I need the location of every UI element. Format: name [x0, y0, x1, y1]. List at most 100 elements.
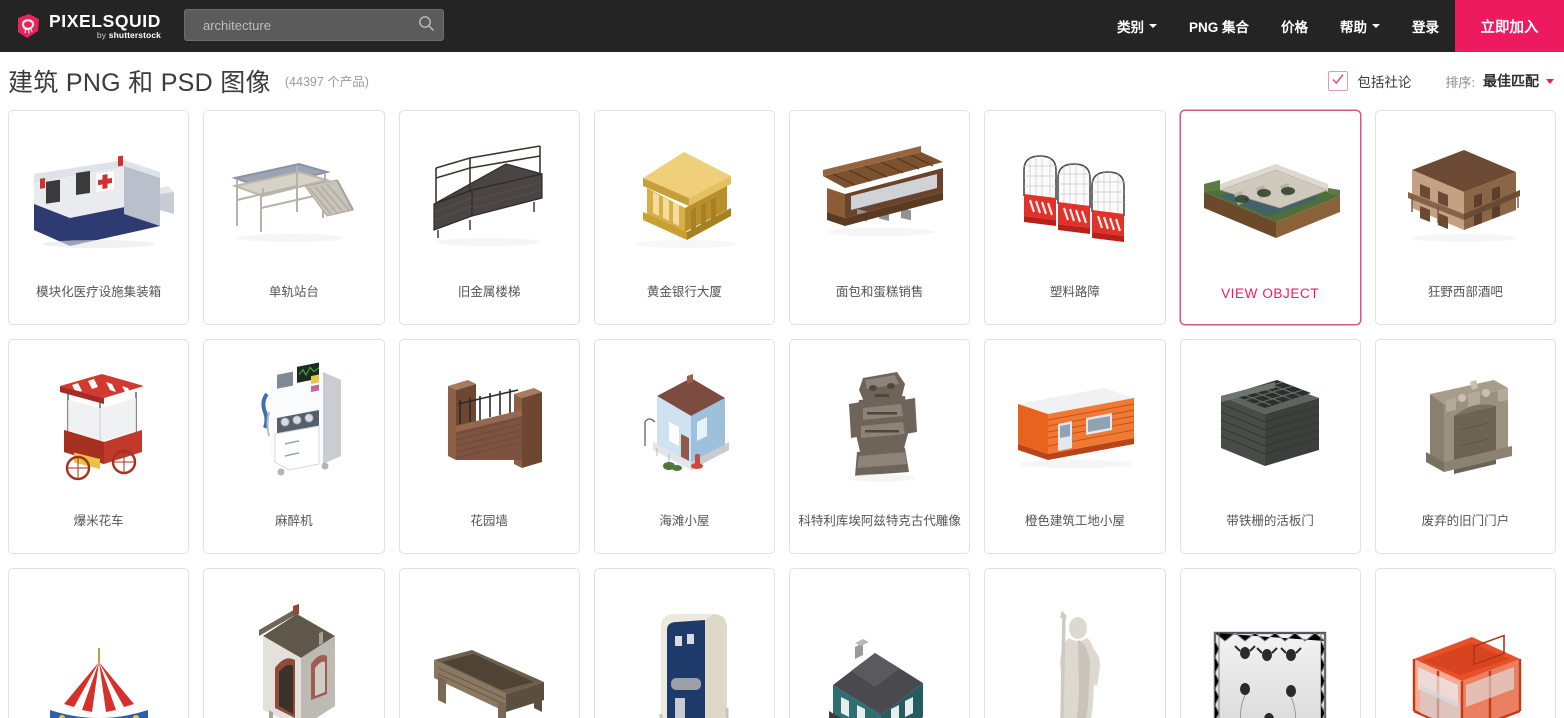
search-button[interactable] — [409, 10, 443, 40]
western-saloon-thumbnail — [1376, 119, 1555, 269]
wooden-trough-thumbnail — [400, 609, 579, 718]
old-tower-house-thumbnail — [204, 589, 383, 718]
pixelsquid-logo-icon — [14, 12, 42, 40]
editorial-checkbox[interactable]: 包括社论 — [1328, 71, 1411, 91]
nav-label: 类别 — [1116, 20, 1144, 35]
bakery-stall-thumbnail — [790, 119, 969, 269]
chevron-down-icon — [1546, 78, 1554, 84]
search-input[interactable] — [185, 17, 409, 33]
product-title: 爆米花车 — [73, 514, 124, 528]
search-icon — [418, 15, 435, 35]
product-card-selected[interactable]: VIEW OBJECT — [1179, 110, 1361, 325]
product-card[interactable]: 橙色建筑工地小屋 — [984, 339, 1166, 554]
product-card[interactable]: 废弃的旧门门户 — [1374, 339, 1556, 554]
product-card[interactable]: 科特利库埃阿兹特克古代雕像 — [789, 339, 971, 554]
product-card[interactable]: 麻醉机 — [203, 339, 385, 554]
product-card[interactable]: 旧金属楼梯 — [398, 110, 580, 325]
product-card[interactable] — [203, 568, 385, 718]
product-card[interactable]: 海滩小屋 — [593, 339, 775, 554]
nav-label: 登录 — [1412, 20, 1439, 35]
join-now-button[interactable]: 立即加入 — [1455, 0, 1564, 52]
product-title: 废弃的旧门门户 — [1421, 514, 1510, 528]
product-title: 带铁栅的活板门 — [1226, 514, 1314, 528]
truss-stage-thumbnail — [1181, 603, 1360, 718]
main-nav: 类别 PNG 集合 价格 帮助 登录 — [1101, 0, 1455, 52]
nav-item-help[interactable]: 帮助 — [1324, 0, 1396, 52]
product-title: 花园墙 — [470, 514, 508, 528]
product-title: 麻醉机 — [275, 514, 313, 528]
nav-item-png-collections[interactable]: PNG 集合 — [1173, 0, 1265, 52]
monorail-platform-thumbnail — [204, 119, 383, 269]
product-card[interactable]: 爆米花车 — [8, 339, 190, 554]
product-card[interactable]: 面包和蛋糕销售 — [789, 110, 971, 325]
iron-trapdoor-thumbnail — [1181, 348, 1360, 498]
product-card[interactable] — [593, 568, 775, 718]
chevron-down-icon — [1148, 24, 1157, 28]
filter-controls: 包括社论 排序: 最佳匹配 — [1328, 52, 1554, 110]
marble-statue-thumbnail — [985, 587, 1164, 718]
anesthesia-machine-thumbnail — [204, 348, 383, 498]
brand-byline: by shutterstock — [49, 30, 161, 41]
product-title: 面包和蛋糕销售 — [835, 285, 924, 299]
page-title: 建筑 PNG 和 PSD 图像 — [8, 69, 271, 97]
abandoned-doorway-thumbnail — [1376, 348, 1555, 498]
beach-hut-thumbnail — [595, 348, 774, 498]
product-card[interactable]: 带铁栅的活板门 — [1179, 339, 1361, 554]
product-title: 模块化医疗设施集装箱 — [36, 285, 162, 299]
aztec-statue-thumbnail — [790, 348, 969, 498]
product-card[interactable] — [8, 568, 190, 718]
nav-item-pricing[interactable]: 价格 — [1265, 0, 1324, 52]
checkbox-box[interactable] — [1328, 71, 1349, 91]
nav-item-login[interactable]: 登录 — [1396, 0, 1455, 52]
product-card[interactable] — [789, 568, 971, 718]
results-header: 建筑 PNG 和 PSD 图像 (44397 个产品) 包括社论 排序: 最佳匹… — [0, 52, 1564, 110]
stone-bridge-thumbnail — [1181, 119, 1360, 269]
brand-parent-company: shutterstock — [108, 29, 161, 40]
medical-container-thumbnail — [9, 119, 188, 269]
product-card[interactable] — [398, 568, 580, 718]
brand-name: PIXELSQUID — [49, 10, 161, 31]
product-title: 黄金银行大厦 — [646, 285, 722, 299]
product-title: 狂野西部酒吧 — [1427, 285, 1503, 299]
editorial-checkbox-label: 包括社论 — [1357, 75, 1412, 90]
product-card[interactable]: 狂野西部酒吧 — [1374, 110, 1556, 325]
product-title: 旧金属楼梯 — [457, 285, 521, 299]
product-card[interactable] — [1179, 568, 1361, 718]
product-title: 橙色建筑工地小屋 — [1024, 514, 1125, 528]
product-grid: 模块化医疗设施集装箱 单轨站台 旧金属楼梯 黄金银行大厦 面包和蛋糕销售 塑料路… — [0, 110, 1564, 718]
nav-label: PNG 集合 — [1188, 20, 1249, 35]
teal-house-thumbnail — [790, 609, 969, 718]
sort-label: 排序: — [1445, 74, 1475, 90]
product-card[interactable]: 黄金银行大厦 — [593, 110, 775, 325]
phone-booth-thumbnail — [595, 593, 774, 718]
sort-dropdown[interactable]: 排序: 最佳匹配 — [1445, 71, 1554, 91]
sort-selected-value: 最佳匹配 — [1483, 73, 1539, 89]
metal-stairs-thumbnail — [400, 119, 579, 269]
popcorn-cart-thumbnail — [9, 348, 188, 498]
check-icon — [1331, 72, 1345, 91]
product-card[interactable]: 单轨站台 — [203, 110, 385, 325]
chevron-down-icon — [1372, 24, 1380, 28]
nav-item-categories[interactable]: 类别 — [1101, 0, 1173, 52]
product-title: 单轨站台 — [268, 285, 319, 299]
product-card[interactable]: 模块化医疗设施集装箱 — [8, 110, 190, 325]
gold-bank-thumbnail — [595, 119, 774, 269]
product-title: 海滩小屋 — [659, 514, 710, 528]
product-card[interactable] — [984, 568, 1166, 718]
product-card[interactable]: 花园墙 — [398, 339, 580, 554]
search-box[interactable] — [184, 9, 444, 41]
product-card[interactable]: 塑料路障 — [984, 110, 1166, 325]
orange-site-cabin-thumbnail — [985, 348, 1164, 498]
garden-wall-thumbnail — [400, 348, 579, 498]
carousel-tent-thumbnail — [9, 623, 188, 718]
brand-logo[interactable]: PIXELSQUID by shutterstock — [14, 6, 164, 46]
brand-by-word: by — [96, 29, 107, 40]
product-card[interactable] — [1374, 568, 1556, 718]
product-count: (44397 个产品) — [284, 74, 369, 89]
product-title: 科特利库埃阿兹特克古代雕像 — [798, 514, 961, 528]
product-title: 塑料路障 — [1049, 285, 1100, 299]
nav-label: 帮助 — [1340, 20, 1367, 35]
top-navigation-bar: PIXELSQUID by shutterstock 类别 PNG 集合 — [0, 0, 1564, 52]
view-object-label[interactable]: VIEW OBJECT — [1215, 286, 1325, 324]
orange-kiosk-thumbnail — [1376, 605, 1555, 718]
